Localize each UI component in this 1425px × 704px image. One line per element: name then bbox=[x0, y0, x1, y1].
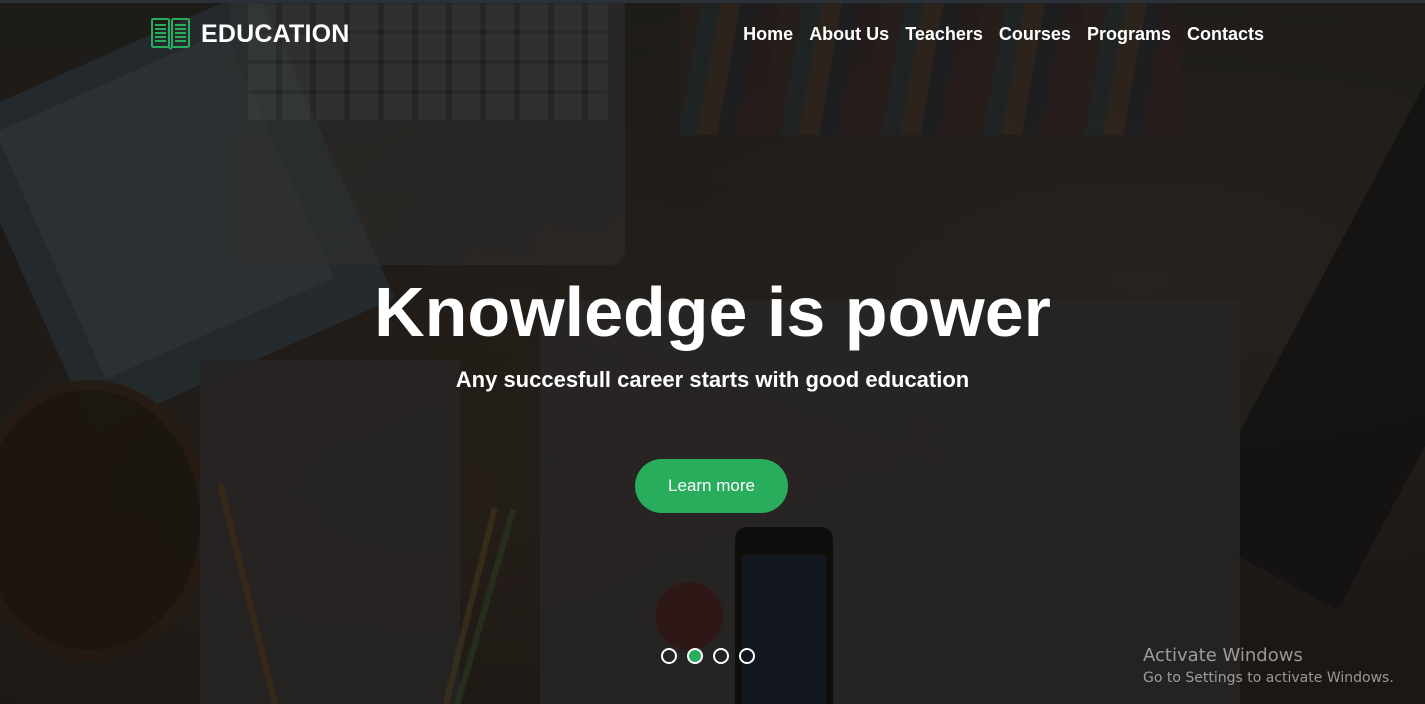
nav-item-programs[interactable]: Programs bbox=[1087, 24, 1171, 45]
carousel-dot[interactable] bbox=[739, 648, 755, 664]
carousel-dot[interactable] bbox=[661, 648, 677, 664]
nav-item-home[interactable]: Home bbox=[743, 24, 793, 45]
windows-activation-watermark: Activate Windows Go to Settings to activ… bbox=[1143, 645, 1394, 688]
nav-item-courses[interactable]: Courses bbox=[999, 24, 1071, 45]
nav-item-about-us[interactable]: About Us bbox=[809, 24, 889, 45]
top-border bbox=[0, 0, 1425, 3]
open-book-icon bbox=[151, 18, 190, 50]
hero-title: Knowledge is power bbox=[374, 273, 1051, 351]
hero-section: EDUCATION Home About Us Teachers Courses… bbox=[0, 0, 1425, 704]
learn-more-button[interactable]: Learn more bbox=[635, 459, 788, 513]
site-logo[interactable]: EDUCATION bbox=[150, 17, 350, 51]
main-nav: Home About Us Teachers Courses Programs … bbox=[743, 22, 1264, 46]
carousel-dots bbox=[661, 648, 755, 664]
carousel-dot[interactable] bbox=[713, 648, 729, 664]
nav-item-teachers[interactable]: Teachers bbox=[905, 24, 983, 45]
watermark-title: Activate Windows bbox=[1143, 645, 1303, 666]
watermark-subtitle: Go to Settings to activate Windows. bbox=[1143, 670, 1394, 686]
nav-item-contacts[interactable]: Contacts bbox=[1187, 24, 1264, 45]
carousel-dot[interactable] bbox=[687, 648, 703, 664]
brand-name: EDUCATION bbox=[201, 19, 350, 48]
hero-subtitle: Any succesfull career starts with good e… bbox=[455, 367, 970, 392]
